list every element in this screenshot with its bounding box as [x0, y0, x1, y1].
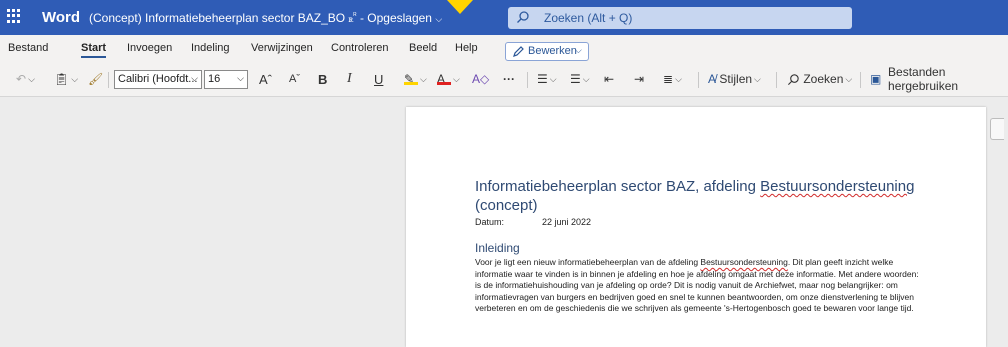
more-icon: ···: [503, 72, 515, 86]
grow-font-button[interactable]: Aˆ: [259, 69, 272, 89]
bold-button[interactable]: B: [318, 69, 327, 89]
styles-label: Stijlen: [719, 72, 753, 86]
section-heading[interactable]: Inleiding: [475, 241, 520, 255]
find-label: Zoeken: [803, 72, 844, 86]
italic-button[interactable]: I: [347, 69, 352, 89]
editing-mode-label: Bewerken: [528, 45, 577, 57]
align-icon: ≣: [663, 72, 674, 86]
numbered-list-icon: ☰: [570, 72, 581, 86]
date-value: 22 juni 2022: [542, 217, 592, 227]
font-name-value: Calibri (Hoofdt...: [118, 73, 198, 85]
misspelled-word[interactable]: Bestuursondersteuning: [760, 178, 914, 195]
clipboard-icon: 📋︎: [54, 72, 70, 86]
reuse-files-button[interactable]: ▣ Bestanden hergebruiken: [870, 65, 1008, 93]
increase-indent-button[interactable]: ⇥: [634, 69, 644, 89]
divider: [776, 72, 777, 88]
font-size-value: 16: [208, 73, 221, 85]
bold-icon: B: [318, 71, 328, 87]
clear-formatting-button[interactable]: A◇: [472, 69, 489, 89]
divider: [698, 72, 699, 88]
editing-mode-button[interactable]: Bewerken ⌵: [505, 42, 589, 61]
format-painter-button[interactable]: 🖌︎: [88, 69, 103, 89]
search-icon: [517, 11, 529, 23]
save-status: - Opgeslagen: [359, 11, 432, 25]
ribbon-toolbar: ↶ ⌵ 📋︎ ⌵ 🖌︎ Calibri (Hoofdt... ⌵ 16 ⌵ Aˆ A…: [0, 65, 1008, 93]
italic-icon: I: [347, 71, 352, 86]
styles-icon: A̸: [708, 72, 717, 86]
side-panel-toggle[interactable]: [990, 118, 1004, 140]
bullet-list-icon: ☰: [537, 72, 548, 86]
highlighter-icon: ✎: [404, 72, 418, 86]
tab-beeld[interactable]: Beeld: [409, 42, 437, 54]
title-bar: Word (Concept) Informatiebeheerplan sect…: [0, 0, 1008, 35]
document-title-text: (Concept) Informatiebeheerplan sector BA…: [89, 11, 346, 25]
reuse-files-label: Bestanden hergebruiken: [888, 65, 959, 93]
divider: [860, 72, 861, 88]
font-color-icon: A: [437, 72, 451, 86]
shrink-font-icon: Aˇ: [289, 73, 300, 85]
document-title[interactable]: (Concept) Informatiebeheerplan sector BA…: [89, 11, 442, 25]
undo-icon: ↶: [16, 72, 27, 86]
align-button[interactable]: ≣ ⌵: [663, 69, 682, 89]
grow-font-icon: Aˆ: [259, 71, 272, 87]
chevron-down-icon: ⌵: [575, 45, 582, 55]
numbering-button[interactable]: ☰ ⌵: [570, 69, 590, 89]
more-options-button[interactable]: ···: [503, 69, 515, 89]
document-heading[interactable]: Informatiebeheerplan sector BAZ, afdelin…: [475, 177, 925, 215]
app-launcher-icon[interactable]: [7, 9, 21, 23]
tab-start[interactable]: Start: [81, 42, 107, 58]
document-page[interactable]: Informatiebeheerplan sector BAZ, afdelin…: [406, 107, 986, 347]
chevron-down-icon: ⌵: [191, 73, 198, 83]
format-painter-icon: 🖌︎: [88, 72, 104, 86]
decrease-indent-button[interactable]: ⇤: [604, 69, 614, 89]
ribbon-tabs: Bestand Start Invoegen Indeling Verwijzi…: [0, 39, 1008, 61]
tab-bestand[interactable]: Bestand: [8, 42, 48, 54]
divider: [527, 72, 528, 88]
ribbon: Bestand Start Invoegen Indeling Verwijzi…: [0, 35, 1008, 97]
divider: [108, 72, 109, 88]
tab-indeling[interactable]: Indeling: [191, 42, 230, 54]
shared-icon: ꭱᴿ: [348, 12, 357, 25]
search-placeholder: Zoeken (Alt + Q): [544, 11, 633, 25]
chevron-down-icon: ⌵: [435, 14, 443, 24]
clear-formatting-icon: A◇: [472, 72, 490, 86]
find-button[interactable]: Zoeken ⌵: [787, 69, 852, 89]
font-name-select[interactable]: Calibri (Hoofdt... ⌵: [114, 70, 202, 89]
undo-button[interactable]: ↶ ⌵: [16, 69, 35, 89]
reuse-files-icon: ▣: [870, 72, 882, 86]
bullets-button[interactable]: ☰ ⌵: [537, 69, 557, 89]
date-label: Datum:: [475, 217, 505, 227]
paste-button[interactable]: 📋︎ ⌵: [54, 69, 78, 89]
outdent-icon: ⇤: [604, 72, 615, 86]
styles-button[interactable]: A̸ Stijlen ⌵: [708, 69, 761, 89]
tab-controleren[interactable]: Controleren: [331, 42, 388, 54]
intro-paragraph[interactable]: Voor je ligt een nieuw informatiebeheerp…: [475, 257, 920, 315]
shrink-font-button[interactable]: Aˇ: [289, 69, 300, 89]
tab-help[interactable]: Help: [455, 42, 478, 54]
search-box[interactable]: Zoeken (Alt + Q): [508, 7, 852, 29]
notification-marker: [447, 0, 473, 14]
document-canvas[interactable]: Informatiebeheerplan sector BAZ, afdelin…: [0, 97, 1008, 347]
indent-icon: ⇥: [634, 72, 645, 86]
font-size-select[interactable]: 16 ⌵: [204, 70, 248, 89]
tab-verwijzingen[interactable]: Verwijzingen: [251, 42, 313, 54]
chevron-down-icon: ⌵: [237, 73, 244, 83]
font-color-button[interactable]: A ⌵: [437, 69, 467, 89]
app-name[interactable]: Word: [42, 9, 80, 26]
misspelled-word[interactable]: Bestuursondersteuning: [700, 257, 787, 267]
highlight-button[interactable]: ✎ ⌵: [404, 69, 434, 89]
underline-icon: U: [374, 71, 384, 87]
date-line: Datum: 22 juni 2022: [475, 217, 591, 227]
tab-invoegen[interactable]: Invoegen: [127, 42, 172, 54]
underline-button[interactable]: U: [374, 69, 383, 89]
search-icon: [787, 73, 799, 85]
pencil-icon: [513, 46, 524, 57]
